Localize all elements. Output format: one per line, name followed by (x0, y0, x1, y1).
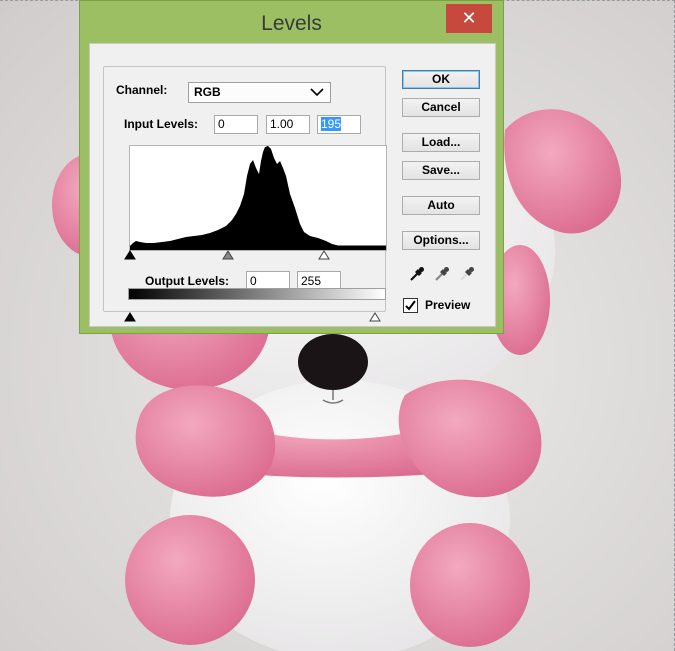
input-black-slider[interactable] (124, 250, 136, 260)
input-black-field[interactable]: 0 (214, 115, 258, 134)
output-white-value: 255 (301, 274, 322, 288)
input-gamma-slider[interactable] (222, 250, 234, 260)
preview-checkbox[interactable] (403, 298, 418, 313)
eyedropper-white-icon[interactable] (458, 265, 476, 283)
toy-nose (298, 334, 368, 390)
levels-group: Channel: RGB Input Levels: 0 1.00 195 Ou… (103, 66, 387, 322)
eyedropper-black-icon[interactable] (408, 265, 426, 283)
output-gradient-bar (128, 288, 386, 300)
input-levels-label: Input Levels: (124, 117, 199, 131)
dialog-title: Levels (261, 12, 322, 35)
save-button[interactable]: Save... (402, 161, 480, 180)
toy-left-foot (125, 515, 255, 645)
dialog-client-area: Channel: RGB Input Levels: 0 1.00 195 Ou… (89, 43, 496, 327)
input-gamma-field[interactable]: 1.00 (266, 115, 310, 134)
input-white-value: 195 (321, 117, 342, 131)
eyedropper-gray-icon[interactable] (433, 265, 451, 283)
chevron-down-icon (310, 88, 324, 97)
checkmark-icon (405, 300, 416, 311)
channel-select[interactable]: RGB (188, 82, 331, 103)
close-button[interactable]: ✕ (446, 4, 492, 33)
auto-button[interactable]: Auto (402, 196, 480, 215)
output-white-slider[interactable] (369, 312, 381, 322)
input-gamma-value: 1.00 (270, 117, 294, 131)
input-black-value: 0 (218, 117, 225, 131)
close-icon: ✕ (461, 8, 477, 28)
output-levels-label: Output Levels: (145, 274, 230, 288)
load-button[interactable]: Load... (402, 133, 480, 152)
output-black-value: 0 (250, 274, 257, 288)
ok-button[interactable]: OK (402, 70, 480, 89)
channel-value: RGB (194, 85, 221, 99)
output-black-slider[interactable] (124, 312, 136, 322)
channel-label: Channel: (116, 83, 168, 97)
input-white-slider[interactable] (318, 250, 330, 260)
histogram-graph (130, 146, 386, 250)
cancel-button[interactable]: Cancel (402, 98, 480, 117)
levels-dialog: Levels ✕ Channel: RGB Input Levels: 0 1.… (79, 0, 504, 334)
toy-right-foot (410, 523, 530, 647)
histogram-shape (130, 146, 386, 250)
histogram (129, 145, 387, 251)
preview-label: Preview (425, 298, 471, 312)
options-button[interactable]: Options... (402, 231, 480, 250)
input-white-field[interactable]: 195 (317, 115, 361, 134)
